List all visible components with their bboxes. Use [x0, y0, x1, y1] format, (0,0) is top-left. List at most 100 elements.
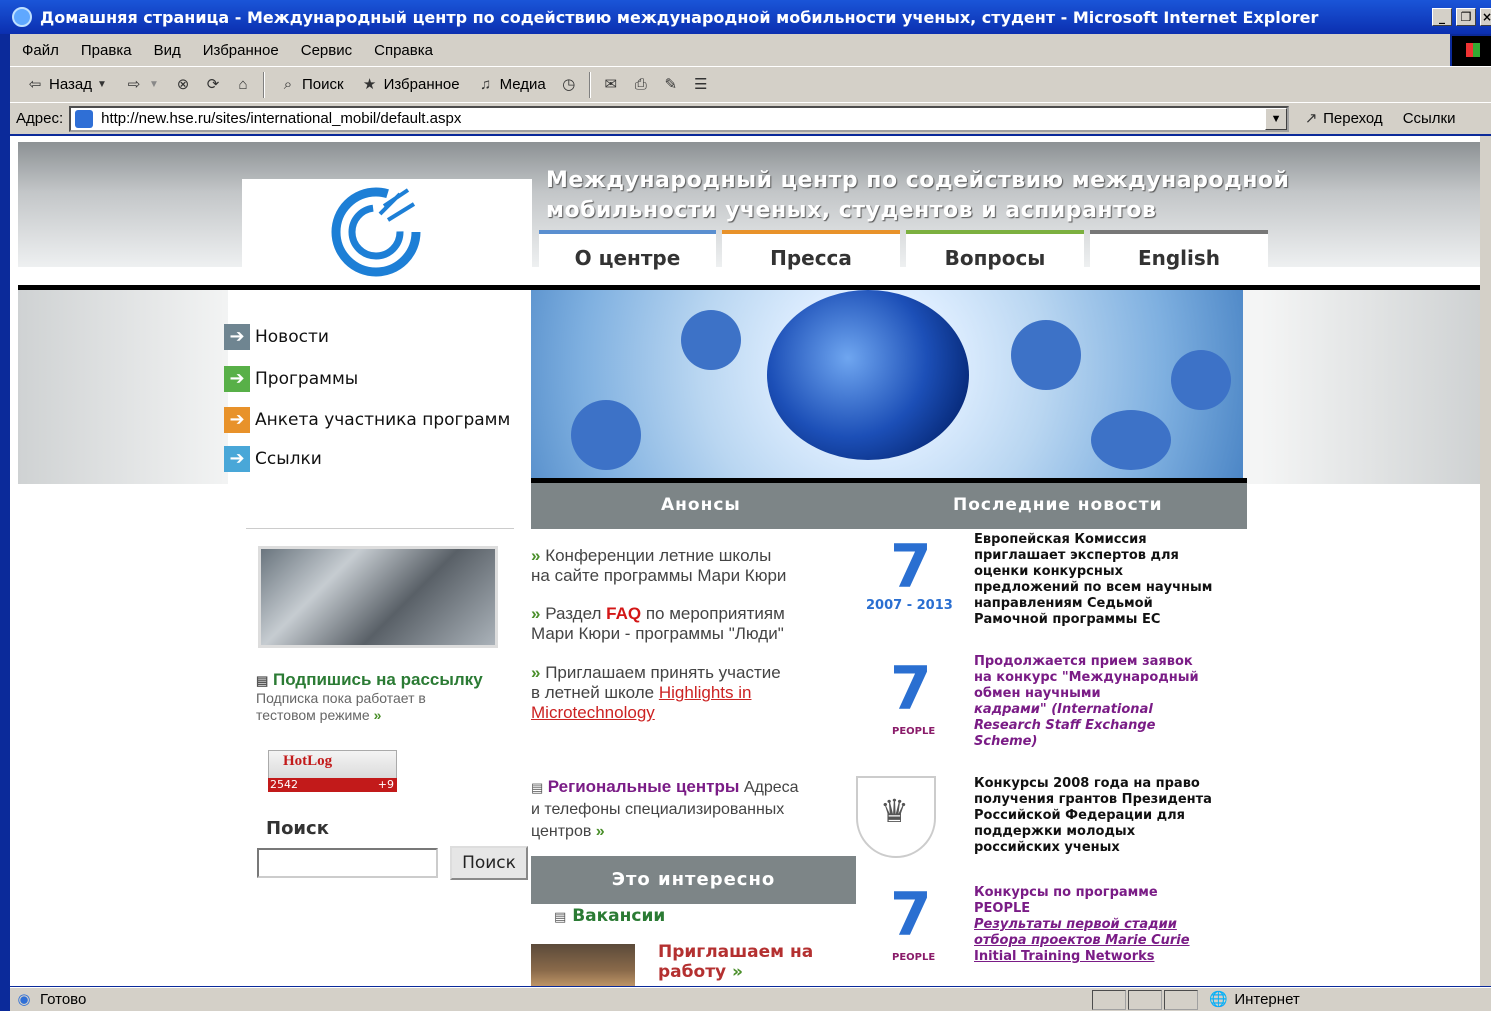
news-line: на конкурс "Международный — [974, 670, 1199, 685]
mail-icon[interactable]: ✉ — [601, 75, 621, 95]
globe-icon: 🌐 — [1208, 990, 1228, 1008]
history-icon[interactable]: ◷ — [559, 75, 579, 95]
side-menu-links[interactable]: ➔ Ссылки — [224, 446, 322, 472]
edit-icon[interactable]: ✎ — [661, 75, 681, 95]
menu-tools[interactable]: Сервис — [301, 42, 352, 59]
forward-button[interactable]: ⇨ ▼ — [121, 71, 163, 99]
double-chevron-icon[interactable]: » — [596, 823, 605, 840]
nav-tab-about[interactable]: О центре — [539, 230, 716, 278]
menu-file[interactable]: Файл — [22, 42, 59, 59]
site-search-button[interactable]: Поиск — [450, 846, 528, 880]
vacancies-link[interactable]: ▤ Вакансии — [554, 906, 665, 926]
menu-help[interactable]: Справка — [374, 42, 433, 59]
discuss-icon[interactable]: ☰ — [691, 75, 711, 95]
work-text: работу — [658, 962, 727, 982]
minimize-button[interactable]: _ — [1432, 8, 1452, 26]
work-link[interactable]: Приглашаем на работу » — [658, 942, 813, 982]
address-dropdown-icon[interactable]: ▼ — [1265, 107, 1288, 130]
menu-favorites[interactable]: Избранное — [203, 42, 279, 59]
news-item-4[interactable]: Конкурсы по программе PEOPLE Результаты … — [974, 885, 1249, 965]
address-url: http://new.hse.ru/sites/international_mo… — [101, 110, 462, 127]
announcements-heading: Анонсы — [661, 495, 741, 515]
announcement-3[interactable]: » Приглашаем принять участие в летней шк… — [531, 663, 859, 723]
highlights-link[interactable]: Highlights in — [659, 683, 752, 702]
toolbar: ⇦ Назад ▼ ⇨ ▼ ⊗ ⟳ ⌂ ⌕ Поиск ★ Избранное … — [10, 66, 1491, 102]
nav-tab-press[interactable]: Пресса — [722, 230, 900, 278]
back-button[interactable]: ⇦ Назад ▼ — [22, 71, 111, 99]
news-line: Рамочной программы ЕС — [974, 612, 1161, 627]
chevron-down-icon[interactable]: ▼ — [96, 75, 108, 95]
announcement-text: Раздел — [545, 604, 602, 623]
paper-person-shape — [571, 400, 641, 470]
links-button[interactable]: Ссылки — [1403, 110, 1456, 127]
subscribe-note-1: Подписка пока работает в — [256, 690, 426, 706]
restore-button[interactable]: ❐ — [1456, 8, 1476, 26]
home-icon[interactable]: ⌂ — [233, 75, 253, 95]
site-title-line2: мобильности ученых, студентов и аспирант… — [546, 198, 1157, 223]
news-line: поддержки молодых — [974, 824, 1136, 839]
seven-mark: 7 — [890, 654, 932, 724]
news-line: Российской Федерации для — [974, 808, 1186, 823]
faq-link[interactable]: FAQ — [606, 604, 641, 623]
nav-tab-english[interactable]: English — [1090, 230, 1268, 278]
menu-view[interactable]: Вид — [154, 42, 181, 59]
search-label: Поиск — [301, 76, 344, 93]
document-icon: ▤ — [531, 780, 544, 795]
nav-tab-questions[interactable]: Вопросы — [906, 230, 1084, 278]
vacancies-photo — [531, 944, 635, 986]
subscribe-note-2: тестовом режиме » — [256, 707, 516, 724]
address-input[interactable]: http://new.hse.ru/sites/international_mo… — [69, 105, 1290, 132]
menu-edit[interactable]: Правка — [81, 42, 132, 59]
site-search-input[interactable] — [257, 848, 438, 878]
print-icon[interactable]: ⎙ — [631, 75, 651, 95]
close-button[interactable]: × — [1480, 8, 1491, 26]
subscribe-link[interactable]: ▤ Подпишись на рассылку — [256, 670, 516, 690]
regional-line: ▤ Региональные центры Адреса — [531, 776, 861, 799]
news-item-2[interactable]: Продолжается прием заявок на конкурс "Ме… — [974, 654, 1249, 750]
favorites-button[interactable]: ★ Избранное — [357, 71, 463, 99]
go-arrow-icon: ↗ — [1304, 109, 1318, 127]
search-button[interactable]: ⌕ Поиск — [275, 71, 347, 99]
news-line: приглашает экспертов для — [974, 548, 1179, 563]
side-menu-news[interactable]: ➔ Новости — [224, 324, 329, 350]
refresh-icon[interactable]: ⟳ — [203, 75, 223, 95]
news-link[interactable]: Результаты первой стадии — [974, 917, 1249, 933]
globe-image — [767, 290, 969, 460]
regional-centers: ▤ Региональные центры Адреса и телефоны … — [531, 776, 861, 843]
stop-icon[interactable]: ⊗ — [173, 75, 193, 95]
side-menu-programs[interactable]: ➔ Программы — [224, 366, 358, 392]
microtechnology-link[interactable]: Microtechnology — [531, 703, 859, 723]
news-link[interactable]: отбора проектов Marie Curie — [974, 933, 1249, 949]
vertical-scrollbar[interactable] — [1480, 136, 1491, 986]
chevron-down-icon[interactable]: ▼ — [148, 75, 160, 95]
news-item-3[interactable]: Конкурсы 2008 года на право получения гр… — [974, 776, 1249, 856]
interesting-heading: Это интересно — [531, 856, 856, 904]
status-cell — [1164, 989, 1199, 1010]
announcement-line: Мари Кюри - программы "Люди" — [531, 624, 784, 643]
news-link[interactable]: Initial Training Networks — [974, 949, 1249, 965]
status-cell — [1128, 989, 1163, 1010]
seven-mark: 7 — [890, 880, 932, 950]
media-button[interactable]: ♫ Медиа — [473, 71, 549, 99]
subscribe-block: ▤ Подпишись на рассылку Подписка пока ра… — [256, 670, 516, 724]
back-arrow-icon: ⇦ — [28, 75, 42, 93]
site-title-line1: Международный центр по содействию междун… — [546, 168, 1290, 193]
announcement-text: Конференции летние школы — [545, 546, 772, 565]
zone-label: Интернет — [1234, 991, 1300, 1008]
go-button[interactable]: ↗ Переход — [1303, 109, 1383, 129]
window-title: Домашняя страница - Международный центр … — [40, 7, 1319, 27]
regional-centers-link[interactable]: Региональные центры — [548, 777, 740, 796]
news-item-1[interactable]: Европейская Комиссия приглашает эксперто… — [974, 532, 1249, 628]
announcement-text: в летней школе — [531, 683, 655, 702]
news-line: Продолжается прием заявок — [974, 654, 1193, 669]
document-icon: ▤ — [256, 673, 269, 688]
announcement-1[interactable]: » Конференции летние школы на сайте прог… — [531, 546, 859, 586]
site-logo[interactable] — [328, 184, 424, 280]
forward-arrow-icon: ⇨ — [127, 75, 141, 93]
site-title: Международный центр по содействию междун… — [546, 166, 1306, 226]
side-menu-form[interactable]: ➔ Анкета участника программ — [224, 407, 510, 433]
news-line: российских ученых — [974, 840, 1120, 855]
announcement-2[interactable]: » Раздел FAQ по мероприятиям Мари Кюри -… — [531, 604, 859, 644]
double-chevron-icon[interactable]: » — [374, 707, 382, 723]
announcement-line: на сайте программы Мари Кюри — [531, 566, 787, 585]
